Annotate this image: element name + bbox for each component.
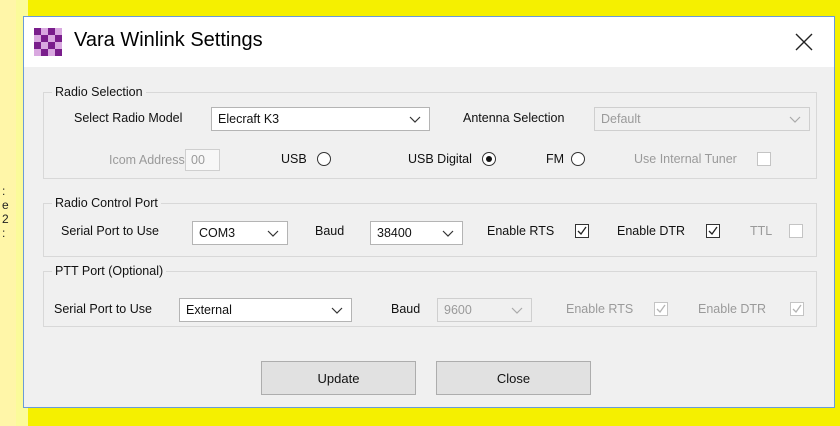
window-title: Vara Winlink Settings <box>74 29 263 51</box>
fm-label: FM <box>546 152 565 166</box>
radio-control-port-legend: Radio Control Port <box>52 196 161 210</box>
ptt-enable-rts-checkbox[interactable] <box>654 302 668 316</box>
edge-text: : <box>2 226 6 240</box>
chevron-down-icon <box>789 116 801 123</box>
serial-port-value: COM3 <box>199 226 236 240</box>
ptt-enable-dtr-checkbox[interactable] <box>790 302 804 316</box>
ttl-label: TTL <box>750 224 773 238</box>
radio-model-dropdown[interactable]: Elecraft K3 <box>211 107 430 131</box>
edge-text: e <box>2 198 9 212</box>
serial-port-dropdown[interactable]: COM3 <box>192 221 288 245</box>
radio-selection-legend: Radio Selection <box>52 85 146 99</box>
checkmark-icon <box>708 226 718 236</box>
ptt-baud-value: 9600 <box>444 303 472 317</box>
radio-selection-group: Radio Selection Select Radio Model Elecr… <box>43 85 817 179</box>
enable-dtr-checkbox[interactable] <box>706 224 720 238</box>
use-internal-tuner-label: Use Internal Tuner <box>634 152 737 166</box>
usb-radio[interactable] <box>317 152 331 166</box>
antenna-selection-dropdown[interactable]: Default <box>594 107 810 131</box>
close-window-button[interactable] <box>786 25 822 59</box>
icom-address-label: Icom Address <box>109 153 185 167</box>
ptt-serial-port-dropdown[interactable]: External <box>179 298 352 322</box>
checkmark-icon <box>577 226 587 236</box>
baud-value: 38400 <box>377 226 412 240</box>
enable-rts-label: Enable RTS <box>487 224 555 238</box>
settings-dialog: Vara Winlink Settings Radio Selection Se… <box>23 16 835 408</box>
fm-radio[interactable] <box>571 152 585 166</box>
ptt-port-legend: PTT Port (Optional) <box>52 264 167 278</box>
ptt-serial-port-label: Serial Port to Use <box>54 302 152 316</box>
ptt-serial-port-value: External <box>186 303 232 317</box>
baud-label: Baud <box>315 224 345 238</box>
icom-address-value: 00 <box>191 153 205 167</box>
close-icon <box>795 33 813 51</box>
checkered-app-icon <box>34 28 62 56</box>
usb-digital-label: USB Digital <box>408 152 472 166</box>
title-bar: Vara Winlink Settings <box>24 17 834 67</box>
chevron-down-icon <box>511 307 523 314</box>
serial-port-label: Serial Port to Use <box>61 224 159 238</box>
edge-text: 2 <box>2 212 9 226</box>
usb-label: USB <box>281 152 307 166</box>
antenna-selection-value: Default <box>601 112 641 126</box>
radio-control-port-group: Radio Control Port Serial Port to Use CO… <box>43 196 817 257</box>
ttl-checkbox[interactable] <box>789 224 803 238</box>
baud-dropdown[interactable]: 38400 <box>370 221 463 245</box>
chevron-down-icon <box>267 230 279 237</box>
use-internal-tuner-checkbox[interactable] <box>757 152 771 166</box>
ptt-baud-dropdown[interactable]: 9600 <box>437 298 532 322</box>
radio-model-value: Elecraft K3 <box>218 112 280 126</box>
chevron-down-icon <box>331 307 343 314</box>
usb-digital-radio[interactable] <box>482 152 496 166</box>
close-button[interactable]: Close <box>436 361 591 395</box>
checkmark-icon <box>656 304 666 314</box>
chevron-down-icon <box>442 230 454 237</box>
chevron-down-icon <box>409 116 421 123</box>
ptt-port-group: PTT Port (Optional) Serial Port to Use E… <box>43 264 817 327</box>
ptt-baud-label: Baud <box>391 302 421 316</box>
select-radio-model-label: Select Radio Model <box>74 111 183 125</box>
checkmark-icon <box>792 304 802 314</box>
enable-dtr-label: Enable DTR <box>617 224 686 238</box>
enable-rts-checkbox[interactable] <box>575 224 589 238</box>
ptt-enable-dtr-label: Enable DTR <box>698 302 767 316</box>
ptt-enable-rts-label: Enable RTS <box>566 302 634 316</box>
edge-text: : <box>2 184 6 198</box>
icom-address-field[interactable]: 00 <box>185 149 220 171</box>
update-button[interactable]: Update <box>261 361 416 395</box>
antenna-selection-label: Antenna Selection <box>463 111 565 125</box>
